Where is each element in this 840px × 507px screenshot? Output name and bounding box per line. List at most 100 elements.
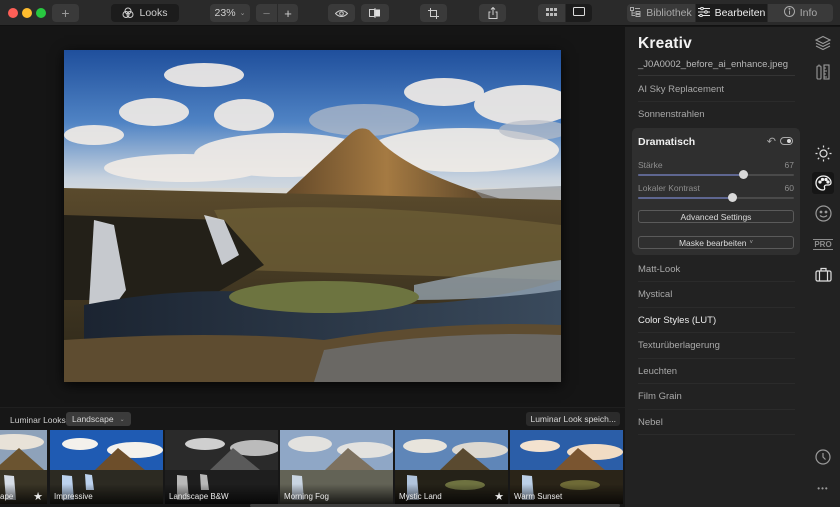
look-thumbnail[interactable]: ape ★	[0, 430, 47, 504]
slider-handle[interactable]	[727, 193, 737, 202]
slider-fill	[638, 197, 732, 199]
essentials-button[interactable]	[812, 142, 834, 164]
slider-label-staerke: Stärke	[638, 160, 663, 170]
zoom-out-button[interactable]: −	[256, 4, 277, 22]
tool-sonnenstrahlen[interactable]: Sonnenstrahlen	[638, 102, 795, 127]
slider-lokaler-kontrast[interactable]	[638, 193, 794, 202]
crop-button[interactable]	[420, 4, 447, 22]
mode-tab-info[interactable]: Info	[767, 4, 833, 22]
advanced-settings-button[interactable]: Advanced Settings	[638, 210, 794, 223]
edit-mask-button[interactable]: Maske bearbeiten ˅	[638, 236, 794, 249]
creative-button[interactable]	[812, 172, 834, 194]
portrait-button[interactable]	[812, 202, 834, 224]
slider-staerke[interactable]	[638, 170, 794, 179]
divider	[638, 75, 795, 76]
tool-list-item[interactable]: Nebel	[638, 410, 795, 435]
tool-ai-sky-replacement[interactable]: AI Sky Replacement	[638, 77, 795, 102]
luminar-looks-strip: Luminar Looks: Landscape ⌄ Luminar Look …	[0, 407, 625, 507]
add-button[interactable]: +	[52, 4, 79, 22]
tool-list-item[interactable]: Mystical	[638, 283, 795, 308]
looks-category-label: Luminar Looks:	[10, 415, 69, 425]
look-thumbnail[interactable]: Warm Sunset	[510, 430, 623, 504]
pro-button[interactable]: PRO	[812, 233, 834, 255]
layers-button[interactable]	[812, 32, 834, 54]
chevron-down-icon: ˅	[749, 239, 754, 246]
slider-value-staerke: 67	[784, 160, 794, 170]
mode-switcher: Bibliothek Bearbeiten Info	[627, 4, 833, 22]
preview-button[interactable]	[328, 4, 355, 22]
looks-icon	[122, 7, 134, 19]
chevron-down-icon: ⌄	[239, 10, 246, 17]
plus-icon: +	[61, 5, 70, 21]
more-icon: •••	[817, 483, 829, 493]
library-icon	[630, 6, 641, 20]
look-thumbnail[interactable]: Landscape B&W	[165, 430, 278, 504]
history-icon	[815, 449, 831, 465]
tool-list-item[interactable]: Leuchten	[638, 359, 795, 384]
image-canvas[interactable]	[0, 27, 625, 407]
looks-label: Looks	[139, 7, 168, 19]
compare-button[interactable]	[361, 4, 389, 22]
pro-icon: PRO	[813, 238, 833, 250]
toolbar: + Looks 23% ⌄ − + Bibliothek Bearbeiten …	[0, 0, 840, 26]
close-window-button[interactable]	[8, 8, 18, 18]
info-icon	[783, 6, 795, 20]
file-name: _J0A0002_before_ai_enhance.jpeg	[638, 59, 789, 70]
share-icon	[488, 7, 498, 19]
landscape-photo	[64, 50, 561, 382]
tool-title[interactable]: Dramatisch	[638, 136, 695, 148]
looks-button[interactable]: Looks	[111, 4, 179, 22]
minimize-window-button[interactable]	[22, 8, 32, 18]
tools-panel: Kreativ _J0A0002_before_ai_enhance.jpeg …	[625, 27, 805, 507]
zoom-window-button[interactable]	[36, 8, 46, 18]
favorite-star-icon[interactable]: ★	[494, 490, 504, 503]
chevron-down-icon: ⌄	[119, 416, 125, 423]
tool-card-dramatisch: Dramatisch ↶ Stärke 67 Lokaler Kontrast …	[632, 128, 800, 255]
mode-tab-bibliothek[interactable]: Bibliothek	[627, 4, 695, 22]
zoom-controls: − +	[256, 4, 298, 22]
history-button[interactable]	[812, 446, 834, 468]
edited-photo[interactable]	[64, 50, 561, 382]
slider-handle[interactable]	[738, 170, 748, 179]
look-thumbnail[interactable]: Morning Fog	[280, 430, 393, 504]
more-button[interactable]: •••	[812, 477, 834, 499]
tool-list-item[interactable]: Film Grain	[638, 385, 795, 410]
canvas-button[interactable]	[812, 61, 834, 83]
save-look-button[interactable]: Luminar Look speich...	[526, 412, 620, 426]
slider-value-lokaler-kontrast: 60	[784, 183, 794, 193]
compare-icon	[369, 8, 381, 18]
panel-title: Kreativ	[638, 35, 692, 52]
undo-icon[interactable]: ↶	[767, 135, 776, 148]
tool-list-item[interactable]: Matt-Look	[638, 257, 795, 282]
visibility-toggle-icon[interactable]	[780, 137, 793, 145]
crop-icon	[428, 7, 439, 19]
zoom-level-dropdown[interactable]: 23% ⌄	[210, 4, 250, 22]
look-thumbnail[interactable]: Impressive	[50, 430, 163, 504]
slider-label-lokaler-kontrast: Lokaler Kontrast	[638, 183, 700, 193]
zoom-in-button[interactable]: +	[277, 4, 298, 22]
tool-list-item[interactable]: Texturüberlagerung	[638, 334, 795, 359]
portrait-icon	[814, 204, 832, 222]
looks-thumbnails: ape ★ Impressive Landscape B&W Morning F…	[0, 430, 625, 504]
professional-button[interactable]	[812, 263, 834, 285]
single-view-button[interactable]	[565, 4, 592, 22]
look-thumbnail[interactable]: Mystic Land ★	[395, 430, 508, 504]
slider-fill	[638, 174, 743, 176]
grid-icon	[546, 7, 557, 19]
layers-icon	[815, 35, 831, 51]
canvas-icon	[816, 64, 830, 80]
mode-tab-bearbeiten[interactable]: Bearbeiten	[695, 4, 767, 22]
professional-icon	[814, 267, 832, 282]
share-button[interactable]	[479, 4, 506, 22]
single-view-icon	[573, 7, 585, 19]
looks-category-dropdown[interactable]: Landscape ⌄	[66, 412, 131, 426]
favorite-star-icon[interactable]: ★	[33, 490, 43, 503]
tool-list-item[interactable]: Color Styles (LUT)	[638, 308, 795, 333]
creative-icon	[814, 175, 832, 191]
sliders-icon	[697, 6, 710, 20]
tool-category-rail: PRO •••	[805, 27, 840, 507]
zoom-value: 23%	[214, 7, 236, 19]
view-mode-toggle	[538, 4, 592, 22]
essentials-icon	[815, 145, 832, 162]
grid-view-button[interactable]	[538, 4, 565, 22]
